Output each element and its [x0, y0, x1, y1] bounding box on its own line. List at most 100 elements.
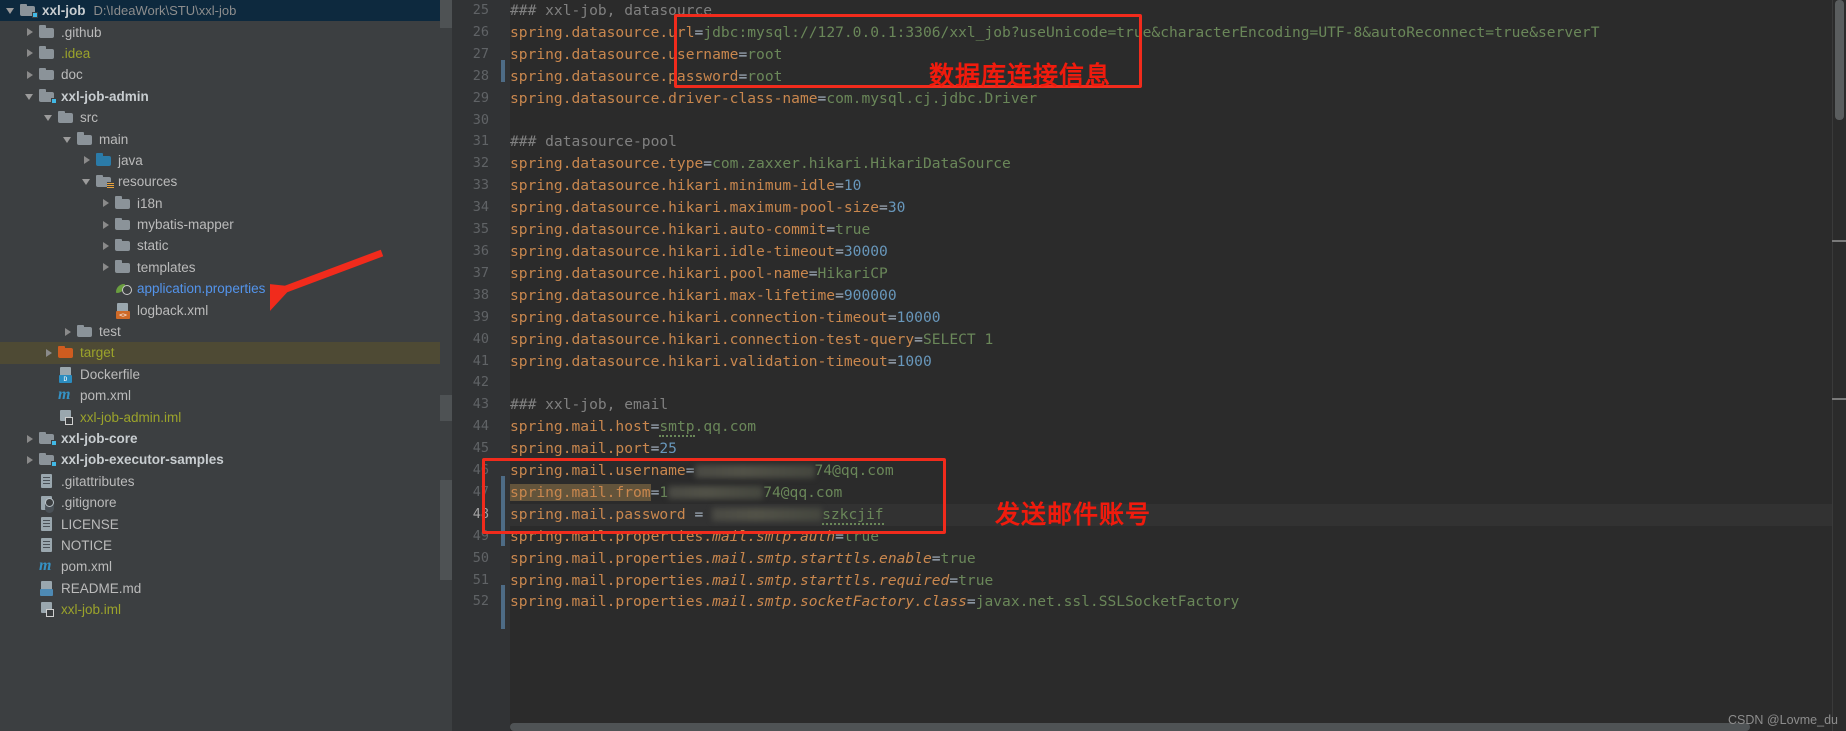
chevron-right-icon[interactable] [101, 262, 112, 273]
chevron-right-icon[interactable] [25, 27, 36, 38]
tree-node-java[interactable]: java [0, 150, 440, 171]
line-number[interactable]: 26 [452, 22, 498, 44]
line-number[interactable]: 32 [452, 153, 498, 175]
line-number[interactable]: 39 [452, 307, 498, 329]
code-line[interactable]: spring.datasource.hikari.max-lifetime=90… [510, 285, 1846, 307]
code-line[interactable]: spring.datasource.hikari.validation-time… [510, 351, 1846, 373]
tree-node-license[interactable]: LICENSE [0, 513, 440, 534]
chevron-down-icon[interactable] [25, 91, 36, 102]
code-line[interactable]: ### datasource-pool [510, 131, 1846, 153]
chevron-right-icon[interactable] [63, 326, 74, 337]
line-number[interactable]: 48 [452, 504, 498, 526]
line-number-gutter[interactable]: 25 26 27 28 29 30 31 32 33 34 35 36 37 38 39 40 41 42 43 44… [452, 0, 498, 731]
line-number[interactable]: 34 [452, 197, 498, 219]
chevron-down-icon[interactable] [6, 5, 17, 16]
code-line[interactable]: spring.mail.properties.mail.smtp.auth=tr… [510, 526, 1846, 548]
line-number[interactable]: 43 [452, 394, 498, 416]
chevron-right-icon[interactable] [101, 219, 112, 230]
code-line[interactable]: ### xxl-job, email [510, 394, 1846, 416]
tree-node-xxl-job-admin-iml[interactable]: xxl-job-admin.iml [0, 406, 440, 427]
chevron-right-icon[interactable] [44, 347, 55, 358]
tree-node--idea[interactable]: .idea [0, 43, 440, 64]
code-content[interactable]: ### xxl-job, datasource spring.datasource… [510, 0, 1846, 731]
code-line[interactable]: spring.datasource.hikari.minimum-idle=10 [510, 175, 1846, 197]
tree-node-src[interactable]: src [0, 107, 440, 128]
line-number[interactable]: 36 [452, 241, 498, 263]
tree-node-notice[interactable]: NOTICE [0, 535, 440, 556]
code-line[interactable]: spring.mail.port=25 [510, 438, 1846, 460]
code-editor[interactable]: 25 26 27 28 29 30 31 32 33 34 35 36 37 38 39 40 41 42 43 44… [440, 0, 1846, 731]
tree-node-logback-xml[interactable]: logback.xml [0, 299, 440, 320]
code-line[interactable]: spring.mail.password = szkcjif [510, 503, 1846, 526]
line-number[interactable]: 47 [452, 482, 498, 504]
chevron-right-icon[interactable] [25, 433, 36, 444]
tree-node-doc[interactable]: doc [0, 64, 440, 85]
project-tree-panel[interactable]: xxl-job D:\IdeaWork\STU\xxl-job .github .id… [0, 0, 440, 731]
code-line[interactable]: spring.mail.properties.mail.smtp.starttl… [510, 548, 1846, 570]
tree-node-readme-md[interactable]: README.md [0, 578, 440, 599]
tree-node-i18n[interactable]: i18n [0, 193, 440, 214]
tree-node-main[interactable]: main [0, 128, 440, 149]
line-number[interactable]: 29 [452, 88, 498, 110]
code-line[interactable] [510, 372, 1846, 394]
line-number[interactable]: 35 [452, 219, 498, 241]
chevron-down-icon[interactable] [63, 134, 74, 145]
code-line[interactable]: spring.mail.host=smtp.qq.com [510, 416, 1846, 438]
line-number[interactable]: 37 [452, 263, 498, 285]
chevron-right-icon[interactable] [25, 69, 36, 80]
fold-marker-column[interactable] [498, 0, 510, 731]
line-number[interactable]: 42 [452, 372, 498, 394]
line-number[interactable]: 38 [452, 285, 498, 307]
line-number[interactable]: 52 [452, 591, 498, 613]
line-number[interactable]: 51 [452, 570, 498, 592]
line-number[interactable]: 27 [452, 44, 498, 66]
line-number[interactable]: 28 [452, 66, 498, 88]
line-number[interactable]: 45 [452, 438, 498, 460]
code-line[interactable]: spring.datasource.username=root [510, 44, 1846, 66]
chevron-down-icon[interactable] [44, 112, 55, 123]
line-number[interactable]: 50 [452, 548, 498, 570]
tree-node-application-properties[interactable]: application.properties [0, 278, 440, 299]
code-line[interactable]: spring.mail.from=1 74@qq.com [510, 482, 1846, 504]
code-line[interactable]: spring.datasource.driver-class-name=com.… [510, 88, 1846, 110]
code-line[interactable]: spring.datasource.password=root [510, 66, 1846, 88]
tree-node-xxl-job-iml[interactable]: xxl-job.iml [0, 599, 440, 620]
line-number[interactable]: 30 [452, 110, 498, 132]
horizontal-scrollbar[interactable] [510, 723, 1830, 731]
line-number[interactable]: 49 [452, 526, 498, 548]
line-number[interactable]: 40 [452, 329, 498, 351]
code-line[interactable]: spring.datasource.url=jdbc:mysql://127.0… [510, 22, 1846, 44]
tree-node--gitignore[interactable]: .gitignore [0, 492, 440, 513]
tree-node--github[interactable]: .github [0, 21, 440, 42]
chevron-right-icon[interactable] [25, 454, 36, 465]
chevron-right-icon[interactable] [25, 48, 36, 59]
tree-node-xxl-job-core[interactable]: xxl-job-core [0, 428, 440, 449]
line-number[interactable]: 25 [452, 0, 498, 22]
code-line[interactable]: spring.datasource.hikari.idle-timeout=30… [510, 241, 1846, 263]
tree-node-xxl-job-executor-samples[interactable]: xxl-job-executor-samples [0, 449, 440, 470]
line-number[interactable]: 44 [452, 416, 498, 438]
tree-node-dockerfile[interactable]: Dockerfile [0, 364, 440, 385]
code-line[interactable]: ### xxl-job, datasource [510, 0, 1846, 22]
code-line[interactable]: spring.datasource.hikari.connection-time… [510, 307, 1846, 329]
chevron-right-icon[interactable] [82, 155, 93, 166]
code-line[interactable]: spring.datasource.hikari.maximum-pool-si… [510, 197, 1846, 219]
chevron-right-icon[interactable] [101, 198, 112, 209]
code-line[interactable]: spring.datasource.type=com.zaxxer.hikari… [510, 153, 1846, 175]
line-number[interactable]: 46 [452, 460, 498, 482]
tree-node-static[interactable]: static [0, 235, 440, 256]
code-line[interactable] [510, 110, 1846, 132]
tree-node-xxl-job[interactable]: xxl-job D:\IdeaWork\STU\xxl-job [0, 0, 440, 22]
tree-node-pom-xml[interactable]: pom.xml [0, 556, 440, 577]
code-line[interactable]: spring.datasource.hikari.auto-commit=tru… [510, 219, 1846, 241]
editor-scroll-rail[interactable] [1832, 0, 1846, 731]
tree-node-test[interactable]: test [0, 321, 440, 342]
code-line[interactable]: spring.mail.properties.mail.smtp.starttl… [510, 570, 1846, 592]
tree-node-templates[interactable]: templates [0, 257, 440, 278]
code-line[interactable]: spring.mail.username= 74@qq.com [510, 460, 1846, 482]
tree-node-xxl-job-admin[interactable]: xxl-job-admin [0, 86, 440, 107]
line-number[interactable]: 33 [452, 175, 498, 197]
line-number[interactable]: 31 [452, 131, 498, 153]
chevron-down-icon[interactable] [82, 176, 93, 187]
chevron-right-icon[interactable] [101, 240, 112, 251]
